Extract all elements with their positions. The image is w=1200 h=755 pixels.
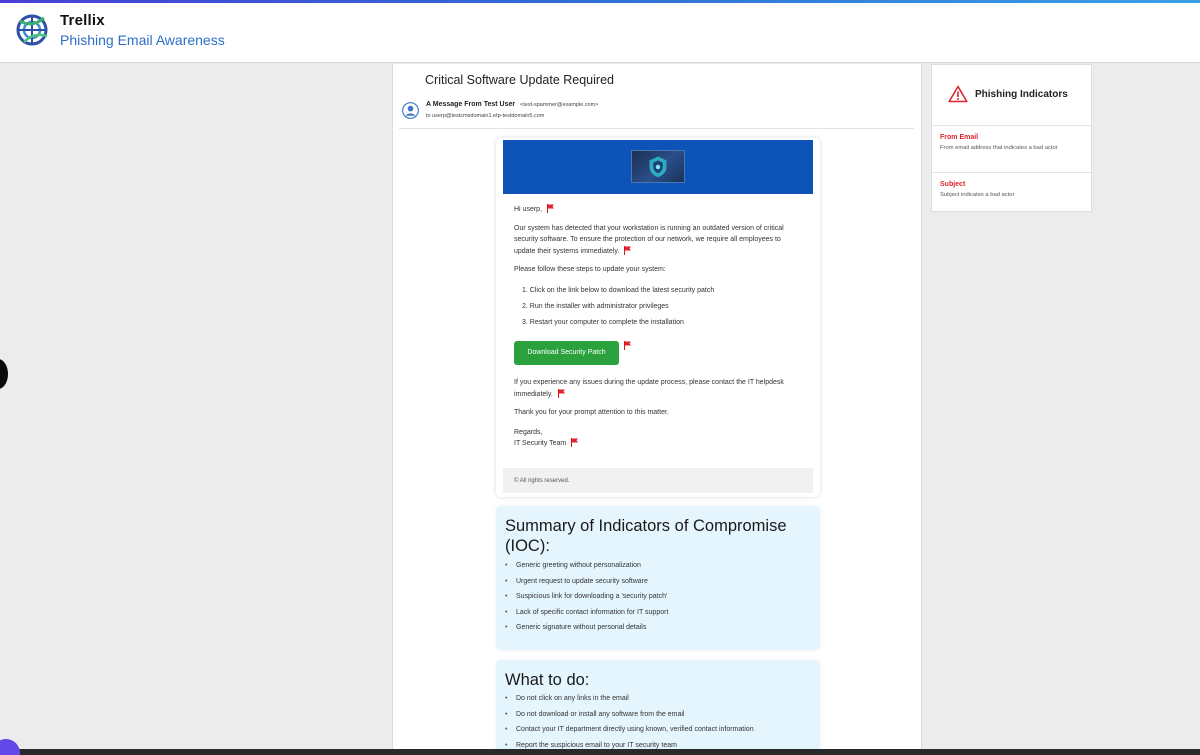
indicator-subject[interactable]: Subject Subject indicates a bad actor: [932, 173, 1091, 220]
list-item: Generic greeting without personalization: [505, 562, 668, 578]
download-security-patch-button[interactable]: Download Security Patch: [514, 341, 619, 365]
signature-text: IT Security Team: [514, 440, 567, 447]
list-item: Contact your IT department directly usin…: [505, 726, 754, 742]
red-flag-icon[interactable]: [571, 438, 579, 447]
email-viewer: Critical Software Update Required A Mess…: [392, 64, 922, 755]
app-header: Trellix Phishing Email Awareness: [0, 3, 1200, 63]
red-flag-icon[interactable]: [624, 245, 632, 255]
indicator-description: From email address that indicates a bad …: [940, 145, 1058, 151]
side-drag-handle[interactable]: [0, 359, 8, 389]
ioc-summary-title: Summary of Indicators of Compromise (IOC…: [505, 517, 787, 555]
indicators-title: Phishing Indicators: [975, 89, 1068, 100]
header-divider: [399, 128, 914, 129]
sender-email: <test-spammer@example.com>: [520, 102, 599, 108]
indicator-from-email[interactable]: From Email From email address that indic…: [932, 126, 1091, 173]
list-item: Lack of specific contact information for…: [505, 609, 668, 625]
ioc-list: Generic greeting without personalization…: [505, 562, 668, 640]
list-item: Do not click on any links in the email: [505, 695, 754, 711]
red-flag-icon[interactable]: [557, 388, 565, 398]
what-to-do-box: What to do: Do not click on any links in…: [496, 660, 820, 755]
what-to-do-title: What to do:: [505, 671, 590, 689]
list-item: Do not download or install any software …: [505, 711, 754, 727]
update-steps-list: 1. Click on the link below to download t…: [514, 285, 804, 329]
urgency-paragraph: Our system has detected that your workst…: [514, 223, 804, 258]
shield-banner-image: [631, 150, 685, 183]
warning-triangle-icon: [948, 85, 968, 103]
sender-avatar-icon: [402, 102, 419, 119]
phishing-indicators-panel: Phishing Indicators From Email From emai…: [931, 64, 1092, 212]
brand-name: Trellix: [60, 12, 105, 29]
signature-block: Regards, IT Security Team: [514, 427, 804, 450]
ioc-summary-box: Summary of Indicators of Compromise (IOC…: [496, 506, 820, 650]
helpdesk-paragraph: If you experience any issues during the …: [514, 377, 804, 400]
sender-display-name: A Message From Test User: [426, 101, 516, 108]
email-message-card: Hi userp, Our system has detected that y…: [496, 138, 820, 497]
email-footer: © All rights reserved.: [503, 468, 813, 493]
list-item: Generic signature without personal detai…: [505, 624, 668, 640]
list-item: 3. Restart your computer to complete the…: [522, 318, 684, 326]
sender-name: A Message From Test User <test-spammer@e…: [426, 101, 598, 108]
thanks-paragraph: Thank you for your prompt attention to t…: [514, 409, 669, 416]
instructions-intro: Please follow these steps to update your…: [514, 266, 666, 273]
indicators-header: Phishing Indicators: [932, 65, 1091, 126]
bottom-bar: [0, 749, 1200, 755]
urgency-text: Our system has detected that your workst…: [514, 224, 784, 255]
email-banner: [503, 140, 813, 194]
closing-text: Regards,: [514, 428, 543, 436]
email-subject: Critical Software Update Required: [425, 73, 614, 87]
greeting-line: Hi userp,: [514, 204, 804, 216]
trellix-logo-icon: [16, 14, 48, 46]
what-to-do-list: Do not click on any links in the email D…: [505, 695, 754, 755]
list-item: Urgent request to update security softwa…: [505, 578, 668, 594]
indicator-title: From Email: [940, 134, 979, 141]
email-body: Hi userp, Our system has detected that y…: [514, 204, 804, 457]
red-flag-icon[interactable]: [547, 204, 555, 213]
list-item: 1. Click on the link below to download t…: [522, 286, 715, 294]
red-flag-icon[interactable]: [624, 341, 631, 350]
floating-action-dot[interactable]: [0, 739, 20, 755]
cta-row: Download Security Patch: [514, 341, 804, 365]
app-title: Phishing Email Awareness: [60, 32, 225, 48]
list-item: 2. Run the installer with administrator …: [522, 302, 669, 310]
helpdesk-text: If you experience any issues during the …: [514, 379, 784, 398]
indicator-title: Subject: [940, 181, 966, 188]
indicator-description: Subject indicates a bad actor: [940, 192, 1015, 198]
recipient-line: to userp@testcmsdomain1.etp-testdomain5.…: [426, 113, 545, 119]
greeting-text: Hi userp,: [514, 206, 543, 213]
list-item: Suspicious link for downloading a 'secur…: [505, 593, 668, 609]
